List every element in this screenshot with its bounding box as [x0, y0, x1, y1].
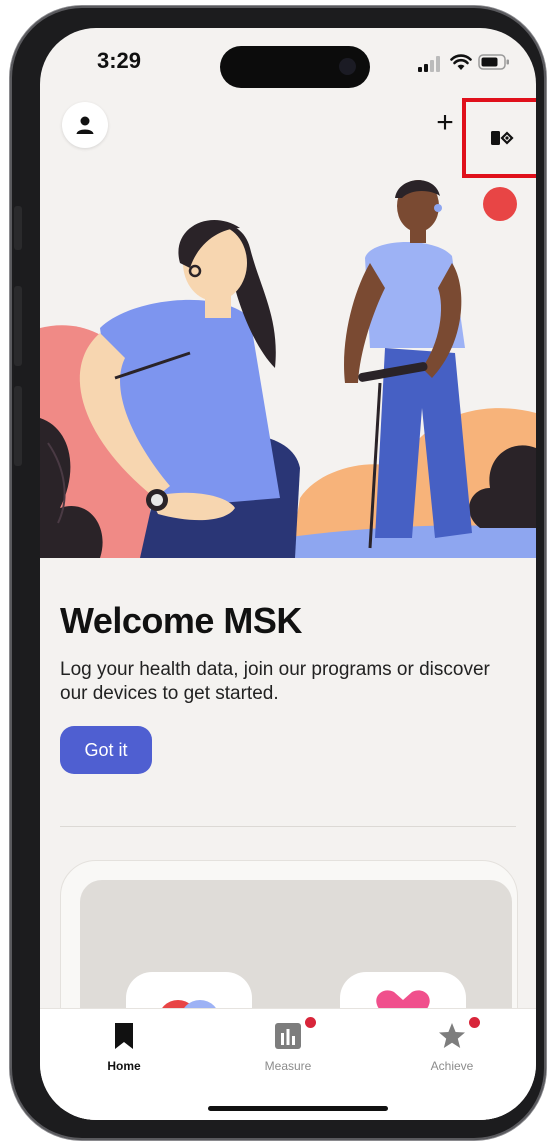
- tab-measure-label: Measure: [264, 1059, 312, 1073]
- device-sync-button[interactable]: [462, 98, 536, 178]
- phone-frame: 3:29 + Welcome MSK Log your health data,…: [10, 6, 546, 1140]
- tab-achieve-label: Achieve: [430, 1059, 474, 1073]
- app-screen: 3:29 + Welcome MSK Log your health data,…: [40, 28, 536, 1120]
- bookmark-home-icon: [110, 1021, 138, 1051]
- measure-badge: [305, 1017, 316, 1028]
- add-button[interactable]: +: [430, 106, 460, 140]
- dynamic-island: [220, 46, 370, 88]
- welcome-title: Welcome MSK: [60, 600, 302, 641]
- tab-home-label: Home: [107, 1059, 141, 1073]
- side-button: [14, 206, 22, 250]
- battery-icon: [478, 54, 509, 70]
- tab-home[interactable]: Home: [64, 1021, 184, 1073]
- profile-button[interactable]: [62, 102, 108, 148]
- person-icon: [76, 116, 94, 134]
- achieve-badge: [469, 1017, 480, 1028]
- tab-bar: Home Measure Achieve: [40, 1008, 536, 1120]
- divider: [60, 826, 516, 827]
- tab-measure[interactable]: Measure: [228, 1017, 348, 1073]
- star-icon: [438, 1017, 480, 1051]
- device-sync-icon: [491, 131, 514, 145]
- welcome-description: Log your health data, join our programs …: [60, 659, 490, 704]
- bar-chart-icon: [274, 1017, 316, 1051]
- home-indicator[interactable]: [208, 1106, 388, 1111]
- camera-icon: [339, 58, 356, 75]
- status-time: 3:29: [97, 48, 142, 73]
- volume-up-button: [14, 286, 22, 366]
- wifi-icon: [450, 54, 472, 70]
- volume-down-button: [14, 386, 22, 466]
- status-bar: 3:29: [40, 28, 536, 98]
- tab-achieve[interactable]: Achieve: [392, 1017, 512, 1073]
- got-it-button[interactable]: Got it: [60, 726, 152, 774]
- hero-illustration: [40, 180, 536, 558]
- signal-icon: [418, 56, 440, 72]
